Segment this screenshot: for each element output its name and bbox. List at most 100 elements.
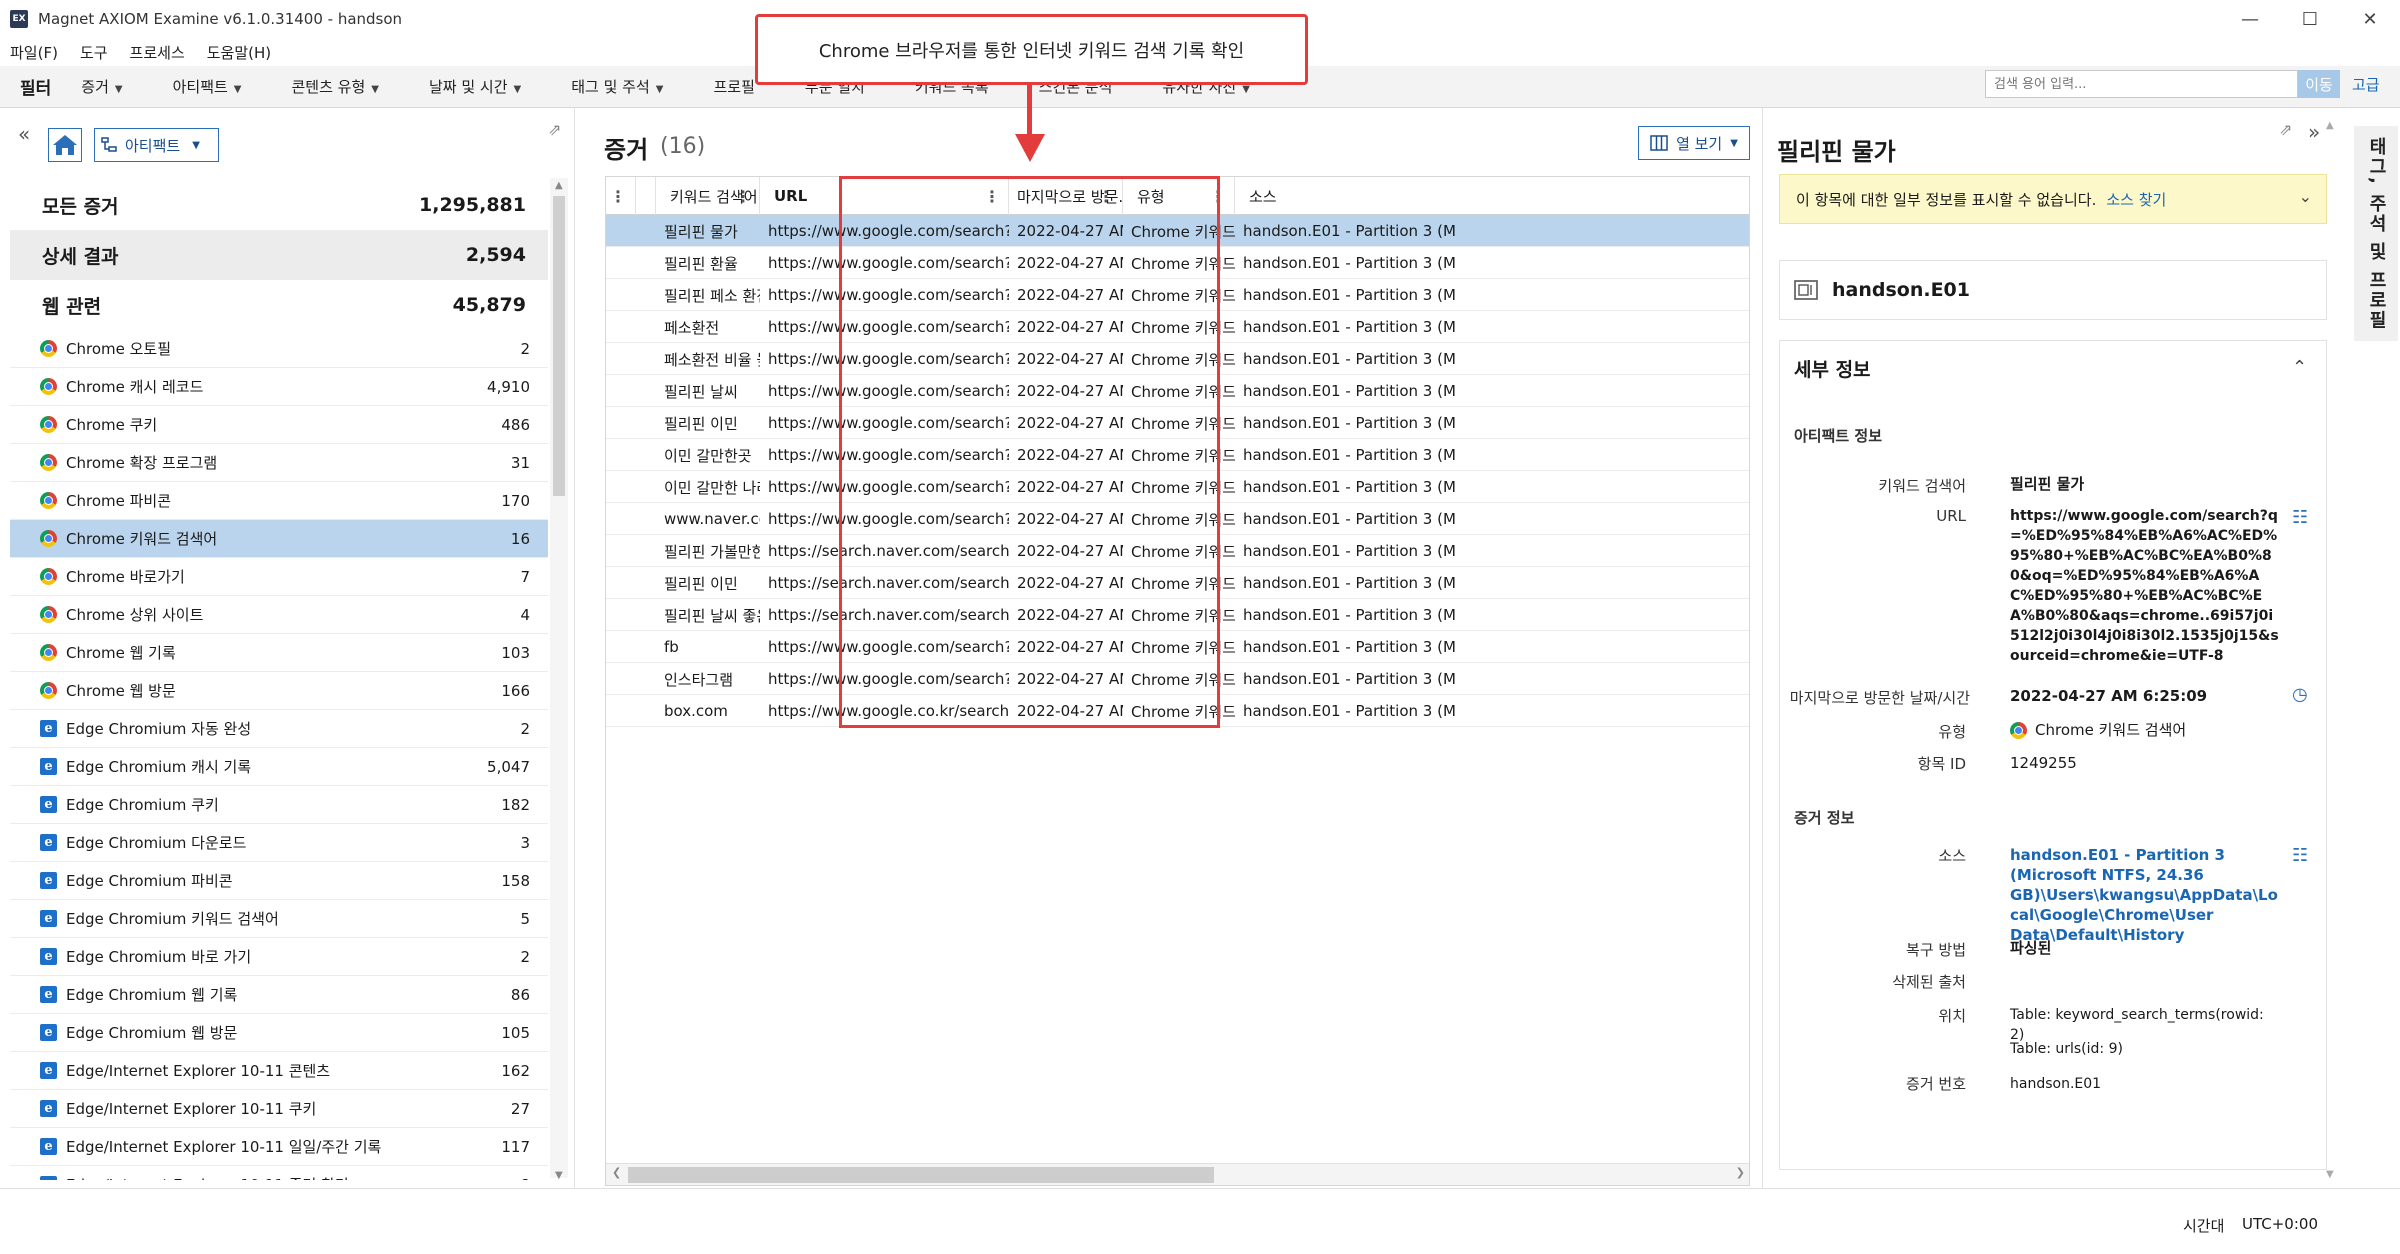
col-url[interactable]: URL ⋮ [760, 177, 1009, 215]
table-row[interactable]: 필리핀 날씨 좋은곳 https://search.naver.com/searc… [606, 599, 1749, 631]
artifact-item[interactable]: Chrome 웹 방문 166 [10, 672, 548, 710]
scroll-up-icon[interactable]: ▲ [555, 180, 563, 191]
artifact-item-count: 182 [501, 795, 530, 814]
table-row[interactable]: 인스타그램 https://www.google.com/search?q=%EC… [606, 663, 1749, 695]
advanced-search-link[interactable]: 고급 [2352, 74, 2380, 95]
col-type[interactable]: 유형 ⋮ [1123, 177, 1235, 215]
artifact-item[interactable]: e Edge Chromium 쿠키 182 [10, 786, 548, 824]
col-last-visited[interactable]: 마지막으로 방문... ⋮ [1009, 177, 1123, 215]
artifact-item[interactable]: Chrome 키워드 검색어 16 [10, 520, 548, 558]
url-value: https://www.google.com/search?q=%ED%95%8… [2010, 508, 2279, 664]
table-row[interactable]: 필리핀 물가 https://www.google.com/search?q=%E… [606, 215, 1749, 247]
summary-refined-results[interactable]: 상세 결과 2,594 [10, 230, 548, 280]
clock-icon[interactable]: ◷ [2292, 684, 2308, 705]
pin-icon[interactable]: ⇗ [548, 120, 561, 139]
artifact-item[interactable]: e Edge Chromium 바로 가기 2 [10, 938, 548, 976]
artifact-item[interactable]: Chrome 쿠키 486 [10, 406, 548, 444]
check-header[interactable] [636, 177, 656, 215]
home-button[interactable] [48, 128, 82, 162]
artifact-item[interactable]: Chrome 캐시 레코드 4,910 [10, 368, 548, 406]
artifact-item[interactable]: e Edge Chromium 캐시 기록 5,047 [10, 748, 548, 786]
artifact-item[interactable]: e Edge Chromium 웹 방문 105 [10, 1014, 548, 1052]
summary-all-evidence[interactable]: 모든 증거 1,295,881 [10, 180, 548, 230]
close-button[interactable]: ✕ [2340, 0, 2400, 38]
table-row[interactable]: 필리핀 이민 https://search.naver.com/search.na… [606, 567, 1749, 599]
artifact-item[interactable]: Chrome 웹 기록 103 [10, 634, 548, 672]
chevron-down-icon: ▼ [1242, 84, 1250, 95]
collapse-section-icon[interactable]: ⌃ [2292, 357, 2307, 378]
timezone-value[interactable]: UTC+0:00 [2242, 1215, 2318, 1233]
table-row[interactable]: 페소환전 https://www.google.com/search?q=%ED%… [606, 311, 1749, 343]
artifact-item[interactable]: e Edge/Internet Explorer 10-11 쿠키 27 [10, 1090, 548, 1128]
scroll-right-icon[interactable]: ❯ [1736, 1166, 1745, 1179]
menu-help[interactable]: 도움말(H) [207, 42, 271, 63]
filter-evidence[interactable]: 증거 ▼ [81, 76, 122, 97]
col-source[interactable]: 소스 [1235, 177, 1749, 215]
menu-tools[interactable]: 도구 [80, 42, 108, 63]
artifact-item[interactable]: e Edge/Internet Explorer 10-11 콘텐츠 162 [10, 1052, 548, 1090]
scroll-left-icon[interactable]: ❮ [612, 1166, 621, 1179]
col-keyword[interactable]: 키워드 검색어 ⋮ [656, 177, 760, 215]
filter-tags[interactable]: 태그 및 주석 ▼ [571, 76, 663, 97]
row-menu-header[interactable]: ⋮ [606, 177, 636, 215]
timezone-label: 시간대 [2183, 1217, 2225, 1235]
pin-icon[interactable]: ⇗ [2279, 120, 2292, 139]
artifact-item[interactable]: Chrome 파비콘 170 [10, 482, 548, 520]
artifact-item[interactable]: e Edge Chromium 다운로드 3 [10, 824, 548, 862]
summary-web-related[interactable]: 웹 관련 45,879 [10, 280, 548, 330]
hierarchy-icon[interactable]: ☷ [2292, 507, 2308, 528]
table-row[interactable]: 필리핀 날씨 https://www.google.com/search?q=%E… [606, 375, 1749, 407]
filter-profile[interactable]: 프로필 [713, 76, 754, 97]
artifact-item[interactable]: Chrome 확장 프로그램 31 [10, 444, 548, 482]
table-row[interactable]: 필리핀 가볼만한곳 https://search.naver.com/search… [606, 535, 1749, 567]
filter-content-type[interactable]: 콘텐츠 유형 ▼ [292, 76, 379, 97]
table-row[interactable]: 이민 갈만한곳 https://www.google.com/search?q=%… [606, 439, 1749, 471]
table-row[interactable]: www.naver.comn https://www.google.com/sea… [606, 503, 1749, 535]
horizontal-scrollbar-thumb[interactable] [628, 1167, 1214, 1183]
search-input[interactable] [1985, 70, 2298, 98]
artifact-item[interactable]: e Edge Chromium 파비콘 158 [10, 862, 548, 900]
cell-source: handson.E01 - Partition 3 (M [1243, 286, 1456, 304]
artifact-item[interactable]: e Edge Chromium 키워드 검색어 5 [10, 900, 548, 938]
filter-date-time[interactable]: 날짜 및 시간 ▼ [429, 76, 521, 97]
find-source-link[interactable]: 소스 찾기 [2106, 189, 2166, 210]
artifact-item[interactable]: e Edge Chromium 웹 기록 86 [10, 976, 548, 1014]
search-go-button[interactable]: 이동 [2298, 70, 2340, 98]
horizontal-scrollbar[interactable]: ❮ ❯ [606, 1163, 1749, 1185]
right-scrollbar[interactable]: ▲ ▼ [2326, 120, 2340, 1180]
cell-last-visited: 2022-04-27 AM 6:26:37 [1017, 510, 1123, 528]
collapse-left-icon[interactable]: « [18, 122, 30, 146]
collapse-right-icon[interactable]: » [2308, 120, 2320, 144]
window-title: Magnet AXIOM Examine v6.1.0.31400 - hand… [38, 10, 403, 28]
info-notice: 이 항목에 대한 일부 정보를 표시할 수 없습니다. 소스 찾기 ⌄ [1779, 174, 2327, 224]
table-row[interactable]: 필리핀 환율 https://www.google.com/search?q=%E… [606, 247, 1749, 279]
table-row[interactable]: 필리핀 이민 https://www.google.com/search?q=%E… [606, 407, 1749, 439]
table-row[interactable]: 이민 갈만한 나라 https://www.google.com/search?q… [606, 471, 1749, 503]
artifact-item[interactable]: e Edge Chromium 자동 완성 2 [10, 710, 548, 748]
view-dropdown[interactable]: 아티팩트 ▼ [94, 128, 219, 162]
artifact-item[interactable]: Chrome 오토필 2 [10, 330, 548, 368]
expand-icon[interactable]: ⌄ [2299, 187, 2312, 206]
minimize-button[interactable]: — [2220, 0, 2280, 38]
table-row[interactable]: 페소환전 비율 높은곳 https://www.google.com/search… [606, 343, 1749, 375]
artifact-item[interactable]: Chrome 바로가기 7 [10, 558, 548, 596]
table-row[interactable]: fb https://www.google.com/search?q=fb&rlz… [606, 631, 1749, 663]
hierarchy-icon[interactable]: ☷ [2292, 845, 2308, 866]
cell-type: Chrome 키워드 검색어 [1131, 318, 1235, 337]
artifact-item-label: Edge Chromium 쿠키 [66, 796, 219, 814]
artifact-item[interactable]: Chrome 상위 사이트 4 [10, 596, 548, 634]
artifact-item[interactable]: e Edge/Internet Explorer 10-11 즐겨 찾기8 [10, 1166, 548, 1180]
source-value[interactable]: handson.E01 - Partition 3 (Microsoft NTF… [2010, 845, 2280, 945]
menu-file[interactable]: 파일(F) [10, 42, 58, 63]
source-card[interactable]: handson.E01 [1779, 260, 2327, 320]
maximize-button[interactable]: ☐ [2280, 0, 2340, 38]
menu-process[interactable]: 프로세스 [130, 42, 185, 63]
column-view-button[interactable]: 열 보기 ▼ [1638, 126, 1750, 160]
table-row[interactable]: 필리핀 페소 환전 은... https://www.google.com/sea… [606, 279, 1749, 311]
tags-comments-profiles-tab[interactable]: 태그, 주석 및 프로필 [2354, 126, 2398, 341]
left-scrollbar-thumb[interactable] [553, 196, 565, 496]
filter-artifacts[interactable]: 아티팩트 ▼ [173, 76, 242, 97]
scroll-down-icon[interactable]: ▼ [555, 1170, 563, 1181]
artifact-item[interactable]: e Edge/Internet Explorer 10-11 일일/주간 기록 11… [10, 1128, 548, 1166]
table-row[interactable]: box.com https://www.google.co.kr/search?q… [606, 695, 1749, 727]
